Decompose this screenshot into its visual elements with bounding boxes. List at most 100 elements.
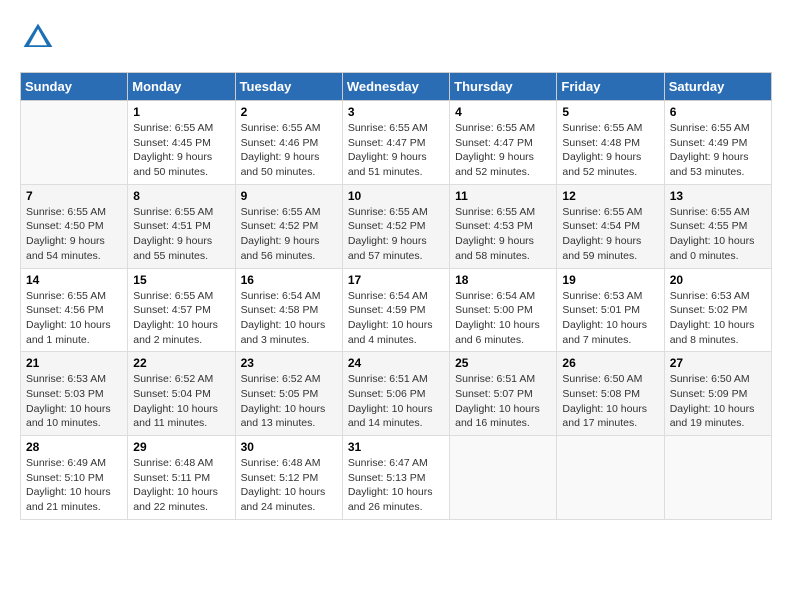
calendar-cell: 25 Sunrise: 6:51 AM Sunset: 5:07 PM Dayl… (450, 352, 557, 436)
calendar-week-row-4: 28 Sunrise: 6:49 AM Sunset: 5:10 PM Dayl… (21, 436, 772, 520)
day-daylight: Daylight: 9 hours and 55 minutes. (133, 235, 212, 262)
day-daylight: Daylight: 10 hours and 7 minutes. (562, 319, 647, 346)
day-daylight: Daylight: 9 hours and 57 minutes. (348, 235, 427, 262)
day-daylight: Daylight: 10 hours and 1 minute. (26, 319, 111, 346)
day-sunset: Sunset: 5:08 PM (562, 388, 640, 400)
day-number: 4 (455, 105, 551, 119)
day-sunrise: Sunrise: 6:48 AM (241, 457, 321, 469)
day-number: 1 (133, 105, 229, 119)
calendar-cell: 11 Sunrise: 6:55 AM Sunset: 4:53 PM Dayl… (450, 184, 557, 268)
day-sunrise: Sunrise: 6:54 AM (348, 290, 428, 302)
day-number: 10 (348, 189, 444, 203)
weekday-header-monday: Monday (128, 73, 235, 101)
day-sunset: Sunset: 4:49 PM (670, 137, 748, 149)
day-sunrise: Sunrise: 6:54 AM (455, 290, 535, 302)
day-number: 11 (455, 189, 551, 203)
calendar-cell: 20 Sunrise: 6:53 AM Sunset: 5:02 PM Dayl… (664, 268, 771, 352)
day-sunrise: Sunrise: 6:49 AM (26, 457, 106, 469)
day-sunset: Sunset: 4:45 PM (133, 137, 211, 149)
day-sunrise: Sunrise: 6:55 AM (26, 206, 106, 218)
day-number: 17 (348, 273, 444, 287)
day-sunrise: Sunrise: 6:55 AM (241, 206, 321, 218)
day-sunset: Sunset: 4:53 PM (455, 220, 533, 232)
day-sunset: Sunset: 4:55 PM (670, 220, 748, 232)
day-sunrise: Sunrise: 6:50 AM (670, 373, 750, 385)
day-number: 9 (241, 189, 337, 203)
day-daylight: Daylight: 10 hours and 2 minutes. (133, 319, 218, 346)
weekday-header-sunday: Sunday (21, 73, 128, 101)
day-daylight: Daylight: 10 hours and 4 minutes. (348, 319, 433, 346)
day-sunrise: Sunrise: 6:53 AM (562, 290, 642, 302)
day-daylight: Daylight: 10 hours and 8 minutes. (670, 319, 755, 346)
day-number: 6 (670, 105, 766, 119)
day-daylight: Daylight: 9 hours and 54 minutes. (26, 235, 105, 262)
day-sunrise: Sunrise: 6:55 AM (133, 122, 213, 134)
weekday-header-friday: Friday (557, 73, 664, 101)
day-number: 27 (670, 356, 766, 370)
day-daylight: Daylight: 10 hours and 10 minutes. (26, 403, 111, 430)
calendar-table: SundayMondayTuesdayWednesdayThursdayFrid… (20, 72, 772, 520)
day-daylight: Daylight: 10 hours and 0 minutes. (670, 235, 755, 262)
day-sunrise: Sunrise: 6:52 AM (133, 373, 213, 385)
page-header (20, 20, 772, 56)
day-sunset: Sunset: 4:46 PM (241, 137, 319, 149)
calendar-cell: 21 Sunrise: 6:53 AM Sunset: 5:03 PM Dayl… (21, 352, 128, 436)
day-sunset: Sunset: 4:51 PM (133, 220, 211, 232)
calendar-week-row-0: 1 Sunrise: 6:55 AM Sunset: 4:45 PM Dayli… (21, 101, 772, 185)
day-number: 30 (241, 440, 337, 454)
day-sunset: Sunset: 5:01 PM (562, 304, 640, 316)
day-daylight: Daylight: 10 hours and 13 minutes. (241, 403, 326, 430)
day-number: 12 (562, 189, 658, 203)
day-sunset: Sunset: 4:50 PM (26, 220, 104, 232)
calendar-week-row-1: 7 Sunrise: 6:55 AM Sunset: 4:50 PM Dayli… (21, 184, 772, 268)
calendar-cell: 31 Sunrise: 6:47 AM Sunset: 5:13 PM Dayl… (342, 436, 449, 520)
day-daylight: Daylight: 10 hours and 24 minutes. (241, 486, 326, 513)
day-daylight: Daylight: 10 hours and 26 minutes. (348, 486, 433, 513)
day-number: 13 (670, 189, 766, 203)
day-sunset: Sunset: 4:52 PM (241, 220, 319, 232)
day-sunrise: Sunrise: 6:53 AM (26, 373, 106, 385)
calendar-cell: 15 Sunrise: 6:55 AM Sunset: 4:57 PM Dayl… (128, 268, 235, 352)
day-sunset: Sunset: 5:07 PM (455, 388, 533, 400)
day-number: 3 (348, 105, 444, 119)
day-daylight: Daylight: 9 hours and 58 minutes. (455, 235, 534, 262)
weekday-header-row: SundayMondayTuesdayWednesdayThursdayFrid… (21, 73, 772, 101)
day-sunset: Sunset: 4:52 PM (348, 220, 426, 232)
logo (20, 20, 62, 56)
day-sunset: Sunset: 5:10 PM (26, 472, 104, 484)
calendar-cell (21, 101, 128, 185)
calendar-cell: 7 Sunrise: 6:55 AM Sunset: 4:50 PM Dayli… (21, 184, 128, 268)
day-number: 7 (26, 189, 122, 203)
day-daylight: Daylight: 9 hours and 53 minutes. (670, 151, 749, 178)
calendar-cell: 16 Sunrise: 6:54 AM Sunset: 4:58 PM Dayl… (235, 268, 342, 352)
calendar-cell: 13 Sunrise: 6:55 AM Sunset: 4:55 PM Dayl… (664, 184, 771, 268)
day-daylight: Daylight: 10 hours and 14 minutes. (348, 403, 433, 430)
day-daylight: Daylight: 9 hours and 56 minutes. (241, 235, 320, 262)
day-sunrise: Sunrise: 6:47 AM (348, 457, 428, 469)
day-sunset: Sunset: 4:54 PM (562, 220, 640, 232)
day-sunset: Sunset: 4:58 PM (241, 304, 319, 316)
day-daylight: Daylight: 9 hours and 50 minutes. (241, 151, 320, 178)
day-sunrise: Sunrise: 6:55 AM (562, 122, 642, 134)
day-sunrise: Sunrise: 6:48 AM (133, 457, 213, 469)
weekday-header-wednesday: Wednesday (342, 73, 449, 101)
day-number: 2 (241, 105, 337, 119)
calendar-cell: 2 Sunrise: 6:55 AM Sunset: 4:46 PM Dayli… (235, 101, 342, 185)
day-daylight: Daylight: 9 hours and 59 minutes. (562, 235, 641, 262)
day-daylight: Daylight: 9 hours and 50 minutes. (133, 151, 212, 178)
day-number: 5 (562, 105, 658, 119)
day-daylight: Daylight: 10 hours and 3 minutes. (241, 319, 326, 346)
calendar-cell: 29 Sunrise: 6:48 AM Sunset: 5:11 PM Dayl… (128, 436, 235, 520)
weekday-header-saturday: Saturday (664, 73, 771, 101)
day-sunset: Sunset: 5:13 PM (348, 472, 426, 484)
calendar-cell (450, 436, 557, 520)
day-daylight: Daylight: 9 hours and 52 minutes. (562, 151, 641, 178)
calendar-cell: 19 Sunrise: 6:53 AM Sunset: 5:01 PM Dayl… (557, 268, 664, 352)
day-sunset: Sunset: 5:12 PM (241, 472, 319, 484)
day-daylight: Daylight: 10 hours and 22 minutes. (133, 486, 218, 513)
calendar-cell: 9 Sunrise: 6:55 AM Sunset: 4:52 PM Dayli… (235, 184, 342, 268)
day-daylight: Daylight: 10 hours and 19 minutes. (670, 403, 755, 430)
day-number: 15 (133, 273, 229, 287)
calendar-cell: 24 Sunrise: 6:51 AM Sunset: 5:06 PM Dayl… (342, 352, 449, 436)
day-number: 21 (26, 356, 122, 370)
